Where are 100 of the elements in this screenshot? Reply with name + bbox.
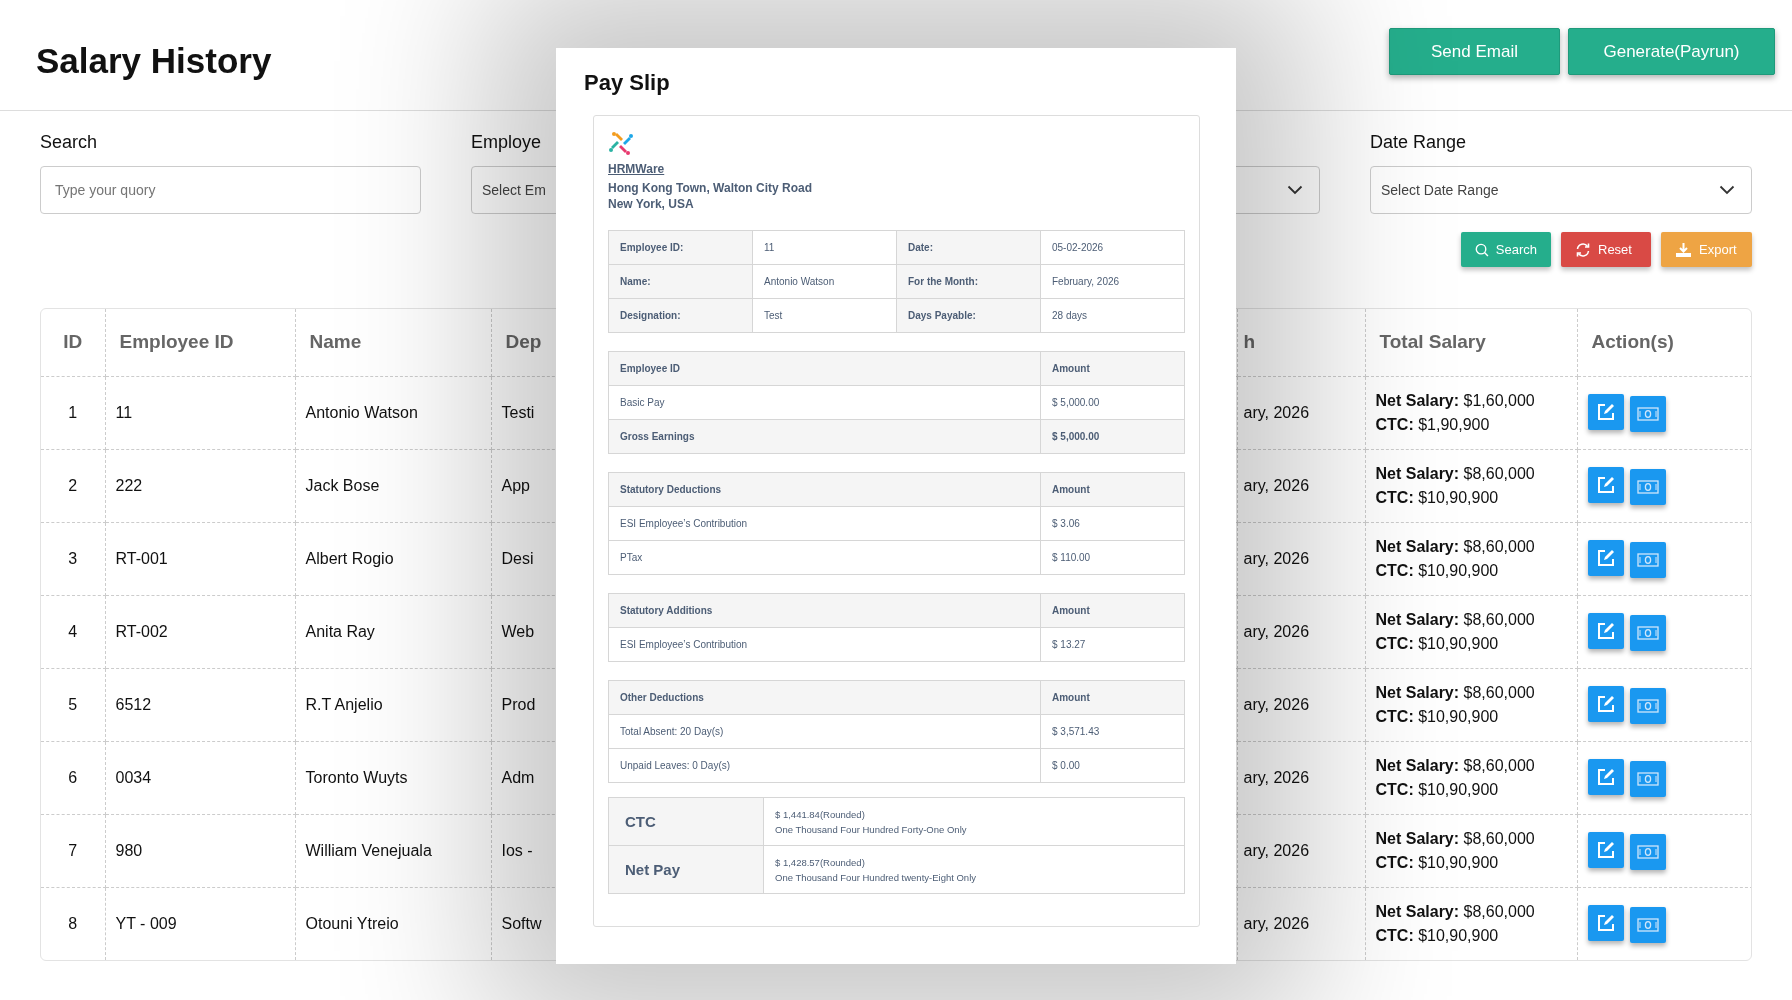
chevron-down-icon — [1287, 185, 1303, 195]
table-cell: ary, 2026 — [1243, 549, 1310, 567]
info-label: Date: — [908, 242, 933, 254]
payslip-button[interactable] — [1629, 760, 1666, 797]
edit-icon — [1595, 839, 1616, 860]
total-cell: $ 5,000.00 — [1052, 431, 1100, 443]
table-cell: Total Absent: 20 Day(s) — [620, 726, 724, 738]
table-cell: $ 0.00 — [1052, 760, 1080, 772]
edit-icon — [1595, 912, 1616, 933]
salary-value: $1,90,900 — [1418, 415, 1490, 433]
salary-label: Net Salary: — [1375, 829, 1460, 847]
table-cell: Anita Ray — [305, 622, 375, 640]
payslip-button[interactable] — [1629, 833, 1666, 870]
edit-button[interactable] — [1587, 539, 1624, 576]
total-cell: Gross Earnings — [620, 431, 695, 443]
table-cell: PTax — [620, 552, 643, 564]
logo-icon — [608, 130, 634, 156]
table-cell: $ 13.27 — [1052, 639, 1086, 651]
salary-label: CTC: — [1375, 707, 1414, 725]
info-label: Employee ID: — [620, 242, 684, 254]
select-field[interactable]: Select Date Range — [1370, 166, 1752, 214]
edit-button[interactable] — [1587, 466, 1624, 503]
table-cell: Testi — [501, 403, 535, 421]
salary-label: CTC: — [1375, 488, 1414, 506]
table-cell: RT-002 — [115, 622, 168, 640]
payslip-button[interactable] — [1629, 614, 1666, 651]
table-cell: ary, 2026 — [1243, 695, 1310, 713]
table-cell: Softw — [501, 914, 542, 932]
table-cell: Prod — [501, 695, 536, 713]
banknote-icon — [1636, 916, 1659, 933]
summary-label: CTC — [625, 812, 656, 830]
table-cell: Unpaid Leaves: 0 Day(s) — [620, 760, 731, 772]
table-cell: YT - 009 — [115, 914, 177, 932]
table-cell: 3 — [68, 549, 78, 567]
company-address: Hong Kong Town, Walton City Road — [608, 180, 813, 197]
salary-value: $1,60,000 — [1463, 391, 1535, 409]
edit-button[interactable] — [1587, 831, 1624, 868]
table-cell: ESI Employee’s Contribution — [620, 639, 748, 651]
edit-button[interactable] — [1587, 612, 1624, 649]
table-cell: 1 — [68, 403, 78, 421]
action-button[interactable]: Send Email — [1389, 28, 1560, 75]
table-cell: $ 110.00 — [1052, 552, 1091, 564]
banknote-icon — [1636, 405, 1659, 422]
modal-title: Pay Slip — [584, 69, 671, 97]
summary-label: Net Pay — [625, 860, 681, 878]
section-header: Amount — [1052, 363, 1090, 375]
payslip-button[interactable] — [1629, 906, 1666, 943]
table-cell: $ 3.06 — [1052, 518, 1080, 530]
salary-label: Net Salary: — [1375, 756, 1460, 774]
salary-label: Net Salary: — [1375, 537, 1460, 555]
amount-in-words: One Thousand Four Hundred Forty-One Only — [775, 822, 968, 837]
edit-button[interactable] — [1587, 758, 1624, 795]
salary-label: Net Salary: — [1375, 902, 1460, 920]
company-link[interactable]: HRMWare — [608, 160, 665, 178]
info-value: Antonio Watson — [764, 276, 835, 288]
banknote-icon — [1636, 551, 1659, 568]
table-cell: 8 — [68, 914, 78, 932]
table-cell: R.T Anjelio — [305, 695, 383, 713]
table-cell: Otouni Ytreio — [305, 914, 399, 932]
payslip-button[interactable] — [1629, 468, 1666, 505]
edit-icon — [1595, 401, 1616, 422]
section-header: Amount — [1052, 484, 1090, 496]
table-cell: ESI Employee’s Contribution — [620, 518, 748, 530]
salary-label: CTC: — [1375, 780, 1414, 798]
reset-button[interactable]: Reset — [1561, 232, 1651, 267]
column-header: Employee ID — [119, 331, 234, 352]
table-cell: Toronto Wuyts — [305, 768, 408, 786]
salary-value: $8,60,000 — [1463, 537, 1535, 555]
banknote-icon — [1636, 770, 1659, 787]
export-button[interactable]: Export — [1661, 232, 1752, 267]
column-header: ID — [63, 331, 83, 352]
table-cell: 0034 — [115, 768, 152, 786]
table-cell: Web — [501, 622, 535, 640]
search-field[interactable]: Type your quory — [40, 166, 421, 214]
section-header: Amount — [1052, 605, 1090, 617]
table-cell: ary, 2026 — [1243, 622, 1310, 640]
payslip-button[interactable] — [1629, 687, 1666, 724]
search-button[interactable]: Search — [1461, 232, 1551, 267]
edit-button[interactable] — [1587, 685, 1624, 722]
search-icon — [1475, 241, 1489, 258]
payslip-button[interactable] — [1629, 395, 1666, 432]
table-cell: Ios - — [501, 841, 533, 859]
table-cell: Albert Rogio — [305, 549, 394, 567]
edit-icon — [1595, 547, 1616, 568]
action-button[interactable]: Generate(Payrun) — [1568, 28, 1775, 75]
table-cell: 222 — [115, 476, 143, 494]
column-header: Dep — [505, 331, 542, 352]
table-cell: Adm — [501, 768, 535, 786]
amount-value: $ 1,441.84(Rounded) — [775, 807, 866, 822]
edit-button[interactable] — [1587, 904, 1624, 941]
table-cell: ary, 2026 — [1243, 476, 1310, 494]
field-label: Employe — [471, 132, 542, 152]
payslip-button[interactable] — [1629, 541, 1666, 578]
chevron-down-icon — [1719, 185, 1735, 195]
page-title: Salary History — [36, 40, 272, 82]
salary-label: CTC: — [1375, 415, 1414, 433]
salary-value: $8,60,000 — [1463, 464, 1535, 482]
edit-button[interactable] — [1587, 393, 1624, 430]
edit-icon — [1595, 693, 1616, 714]
field-label: Search — [40, 132, 98, 152]
